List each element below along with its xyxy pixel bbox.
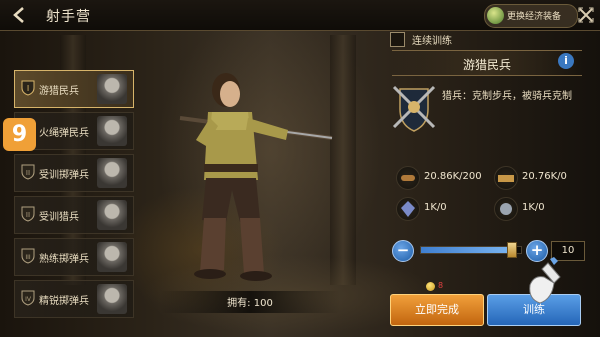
unit-item-trained-hunter[interactable]: II 受训猎兵 <box>14 196 134 234</box>
unit-label: 精锐掷弹兵 <box>39 296 89 307</box>
info-icon[interactable]: i <box>558 53 574 69</box>
unit-item-hunting-militia[interactable]: I 游猎民兵 <box>14 70 134 108</box>
unit-label: 游猎民兵 <box>39 86 79 97</box>
cost-value: 8 <box>438 281 444 290</box>
quantity-slider[interactable] <box>420 242 522 258</box>
resource-value: 1K/0 <box>424 202 447 213</box>
finish-now-label: 立即完成 <box>415 303 459 316</box>
crossed-muskets-emblem-icon <box>392 85 436 132</box>
unit-description: 猎兵：克制步兵，被骑兵克制 <box>442 91 572 102</box>
unit-portrait <box>97 242 127 272</box>
unit-label: 火绳弹民兵 <box>39 128 89 139</box>
unit-portrait <box>97 116 127 146</box>
resource-stone: 1K/0 <box>494 197 584 221</box>
unit-list: I 游猎民兵 火绳弹民兵 II 受训掷弹兵 II 受训猎兵 III 熟练掷弹兵 … <box>14 70 134 322</box>
unit-name-banner: 游猎民兵 <box>392 50 582 76</box>
unit-label: 受训掷弹兵 <box>39 170 89 181</box>
continuous-training-label: 连续训练 <box>412 36 452 47</box>
svg-text:IV: IV <box>25 296 32 303</box>
unit-portrait <box>97 158 127 188</box>
rank-shield-icon: II <box>21 164 35 180</box>
owned-count-text: 拥有: 100 <box>227 298 273 309</box>
iron-icon <box>494 166 518 190</box>
gold-coin-icon <box>426 282 435 291</box>
unit-portrait <box>97 200 127 230</box>
resource-gem: 1K/0 <box>396 197 486 221</box>
unit-label: 受训猎兵 <box>39 212 79 223</box>
slider-fill <box>421 247 511 253</box>
top-bar: 射手营 更换经济装备 <box>0 0 600 31</box>
step-number-badge: 9 <box>3 118 36 151</box>
svg-text:II: II <box>26 211 30 219</box>
resource-value: 20.86K/200 <box>424 171 482 182</box>
stone-icon <box>494 197 518 221</box>
back-arrow-icon[interactable] <box>10 5 30 25</box>
resource-iron: 20.76K/0 <box>494 166 584 190</box>
unit-portrait <box>97 74 127 104</box>
finish-now-button[interactable]: 立即完成 <box>390 294 484 326</box>
rank-shield-icon: IV <box>21 290 35 306</box>
svg-text:I: I <box>27 84 29 93</box>
rank-shield-icon: II <box>21 206 35 222</box>
unit-item-elite-grenadier[interactable]: IV 精锐掷弹兵 <box>14 280 134 318</box>
unit-label: 熟练掷弹兵 <box>39 254 89 265</box>
equipment-icon <box>487 7 504 24</box>
resource-value: 20.76K/0 <box>522 171 567 182</box>
svg-text:III: III <box>25 254 31 261</box>
page-title: 射手营 <box>46 9 91 25</box>
unit-item-skilled-grenadier[interactable]: III 熟练掷弹兵 <box>14 238 134 276</box>
resource-wood: 20.86K/200 <box>396 166 486 190</box>
decrease-quantity-button[interactable]: − <box>392 240 414 262</box>
soldier-character <box>179 73 333 281</box>
unit-name: 游猎民兵 <box>462 58 511 72</box>
slider-handle[interactable] <box>507 242 517 258</box>
change-economy-equipment-button[interactable]: 更换经济装备 <box>484 4 578 28</box>
owned-count-bar: 拥有: 100 <box>160 291 340 313</box>
continuous-training-checkbox[interactable] <box>390 32 405 47</box>
close-icon[interactable] <box>577 6 595 24</box>
rank-shield-icon: III <box>21 248 35 264</box>
rank-shield-icon: I <box>21 80 35 96</box>
gem-icon <box>396 197 420 221</box>
unit-item-trained-grenadier[interactable]: II 受训掷弹兵 <box>14 154 134 192</box>
wood-icon <box>396 166 420 190</box>
svg-text:II: II <box>26 169 30 177</box>
tutorial-pointer-hand-icon <box>529 257 561 304</box>
eco-button-label: 更换经济装备 <box>507 12 562 22</box>
unit-portrait <box>97 284 127 314</box>
resource-value: 1K/0 <box>522 202 545 213</box>
